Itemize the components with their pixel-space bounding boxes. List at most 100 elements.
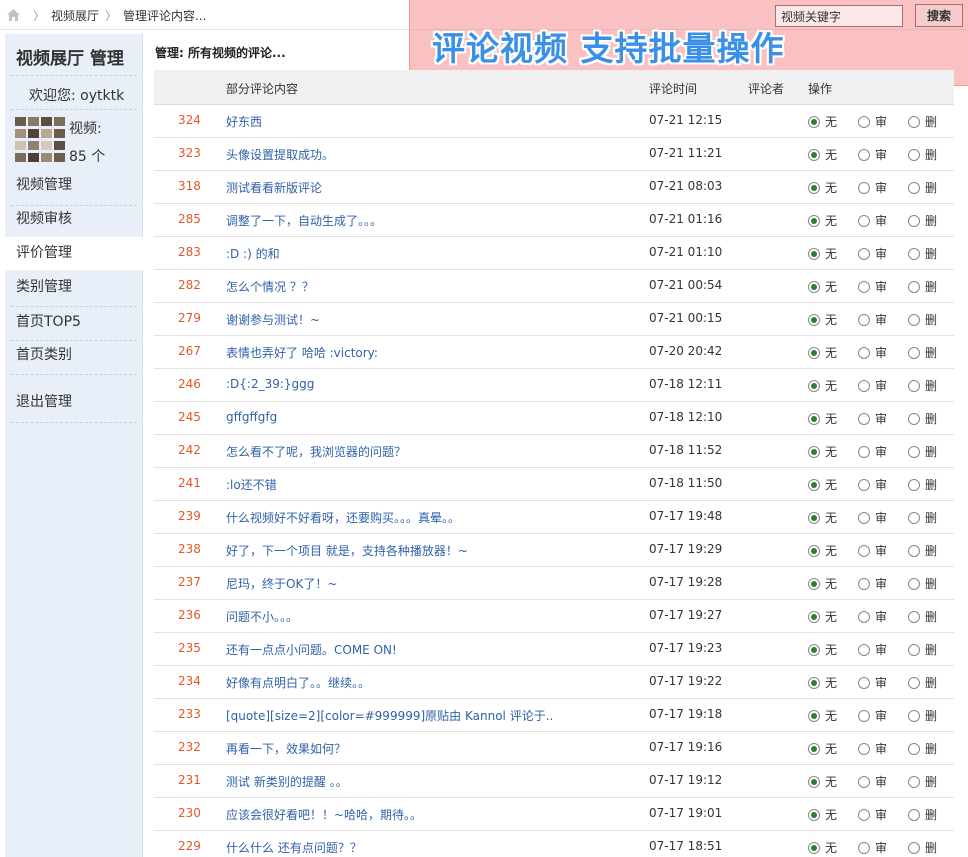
radio-icon[interactable] — [858, 115, 870, 128]
radio-icon[interactable] — [858, 214, 870, 227]
radio-icon[interactable] — [908, 478, 920, 491]
radio-icon[interactable] — [908, 115, 920, 128]
radio-none[interactable]: 无 — [808, 344, 837, 361]
comment-text-link[interactable]: [quote][size=2][color=#999999]原贴由 Kannol… — [226, 707, 553, 724]
comment-text-link[interactable]: 还有一点点小问题。COME ON! — [226, 641, 397, 658]
radio-icon[interactable] — [808, 676, 820, 689]
comment-text-link[interactable]: 怎么个情况 ？？ — [226, 278, 314, 295]
radio-icon[interactable] — [858, 709, 870, 722]
home-icon[interactable] — [6, 8, 21, 22]
radio-icon[interactable] — [808, 775, 820, 788]
radio-approve[interactable]: 审 — [858, 344, 887, 361]
comment-text-link[interactable]: :D :) 的和 — [226, 245, 280, 262]
comment-text-link[interactable]: 再看一下，效果如何？ — [226, 740, 346, 757]
radio-approve[interactable]: 审 — [858, 146, 887, 163]
radio-icon[interactable] — [908, 445, 920, 458]
radio-icon[interactable] — [808, 808, 820, 821]
radio-approve[interactable]: 审 — [858, 608, 887, 625]
search-button[interactable]: 搜索 — [915, 4, 963, 27]
radio-icon[interactable] — [808, 280, 820, 293]
radio-none[interactable]: 无 — [808, 509, 837, 526]
radio-icon[interactable] — [908, 775, 920, 788]
radio-icon[interactable] — [858, 610, 870, 623]
radio-icon[interactable] — [858, 676, 870, 689]
radio-icon[interactable] — [908, 577, 920, 590]
radio-approve[interactable]: 审 — [858, 179, 887, 196]
radio-approve[interactable]: 审 — [858, 641, 887, 658]
radio-approve[interactable]: 审 — [858, 278, 887, 295]
radio-approve[interactable]: 审 — [858, 542, 887, 559]
radio-none[interactable]: 无 — [808, 641, 837, 658]
radio-icon[interactable] — [858, 775, 870, 788]
radio-icon[interactable] — [858, 742, 870, 755]
radio-delete[interactable]: 删 — [908, 113, 937, 130]
radio-delete[interactable]: 删 — [908, 641, 937, 658]
radio-approve[interactable]: 审 — [858, 410, 887, 427]
comment-text-link[interactable]: 什么视频好不好看呀，还要购买。。。真晕。。 — [226, 509, 460, 526]
radio-icon[interactable] — [808, 445, 820, 458]
radio-delete[interactable]: 删 — [908, 806, 937, 823]
radio-none[interactable]: 无 — [808, 740, 837, 757]
radio-delete[interactable]: 删 — [908, 278, 937, 295]
radio-icon[interactable] — [908, 841, 920, 854]
radio-none[interactable]: 无 — [808, 773, 837, 790]
sidebar-item-home-top5[interactable]: 首页TOP5 — [5, 306, 143, 339]
radio-delete[interactable]: 删 — [908, 509, 937, 526]
radio-approve[interactable]: 审 — [858, 674, 887, 691]
sidebar-item-home-category[interactable]: 首页类别 — [5, 339, 143, 372]
radio-icon[interactable] — [858, 808, 870, 821]
radio-delete[interactable]: 删 — [908, 311, 937, 328]
radio-icon[interactable] — [908, 313, 920, 326]
radio-delete[interactable]: 删 — [908, 839, 937, 856]
comment-text-link[interactable]: 好了，下一个项目 就是，支持各种播放器！~ — [226, 542, 468, 559]
radio-icon[interactable] — [908, 379, 920, 392]
radio-approve[interactable]: 审 — [858, 806, 887, 823]
breadcrumb-item[interactable]: 视频展厅 — [51, 7, 99, 24]
radio-icon[interactable] — [908, 709, 920, 722]
radio-none[interactable]: 无 — [808, 311, 837, 328]
radio-none[interactable]: 无 — [808, 410, 837, 427]
radio-icon[interactable] — [858, 181, 870, 194]
radio-icon[interactable] — [808, 643, 820, 656]
comment-text-link[interactable]: 好像有点明白了。。继续。。 — [226, 674, 370, 691]
radio-delete[interactable]: 删 — [908, 245, 937, 262]
comment-text-link[interactable]: 测试看看新版评论 — [226, 179, 322, 196]
radio-delete[interactable]: 删 — [908, 476, 937, 493]
radio-icon[interactable] — [858, 577, 870, 590]
comment-text-link[interactable]: 问题不小。。。 — [226, 608, 298, 625]
radio-none[interactable]: 无 — [808, 278, 837, 295]
radio-icon[interactable] — [908, 742, 920, 755]
radio-icon[interactable] — [908, 346, 920, 359]
radio-icon[interactable] — [858, 247, 870, 260]
radio-none[interactable]: 无 — [808, 245, 837, 262]
radio-none[interactable]: 无 — [808, 575, 837, 592]
comment-text-link[interactable]: 应该会很好看吧！！~哈哈，期待。。 — [226, 806, 422, 823]
radio-icon[interactable] — [858, 841, 870, 854]
sidebar-item-category-manage[interactable]: 类别管理 — [5, 271, 143, 304]
radio-none[interactable]: 无 — [808, 179, 837, 196]
radio-icon[interactable] — [808, 478, 820, 491]
comment-text-link[interactable]: 头像设置提取成功。 — [226, 146, 334, 163]
radio-icon[interactable] — [858, 148, 870, 161]
radio-icon[interactable] — [908, 511, 920, 524]
radio-icon[interactable] — [808, 742, 820, 755]
radio-icon[interactable] — [808, 511, 820, 524]
radio-icon[interactable] — [858, 511, 870, 524]
radio-none[interactable]: 无 — [808, 806, 837, 823]
radio-icon[interactable] — [808, 214, 820, 227]
radio-approve[interactable]: 审 — [858, 707, 887, 724]
radio-icon[interactable] — [858, 379, 870, 392]
radio-delete[interactable]: 删 — [908, 410, 937, 427]
radio-approve[interactable]: 审 — [858, 476, 887, 493]
radio-delete[interactable]: 删 — [908, 377, 937, 394]
radio-delete[interactable]: 删 — [908, 212, 937, 229]
radio-icon[interactable] — [858, 412, 870, 425]
radio-icon[interactable] — [858, 478, 870, 491]
radio-icon[interactable] — [858, 445, 870, 458]
radio-icon[interactable] — [858, 313, 870, 326]
comment-text-link[interactable]: 尼玛，终于OK了！~ — [226, 575, 337, 592]
radio-icon[interactable] — [908, 214, 920, 227]
radio-approve[interactable]: 审 — [858, 575, 887, 592]
radio-icon[interactable] — [808, 181, 820, 194]
radio-icon[interactable] — [908, 247, 920, 260]
